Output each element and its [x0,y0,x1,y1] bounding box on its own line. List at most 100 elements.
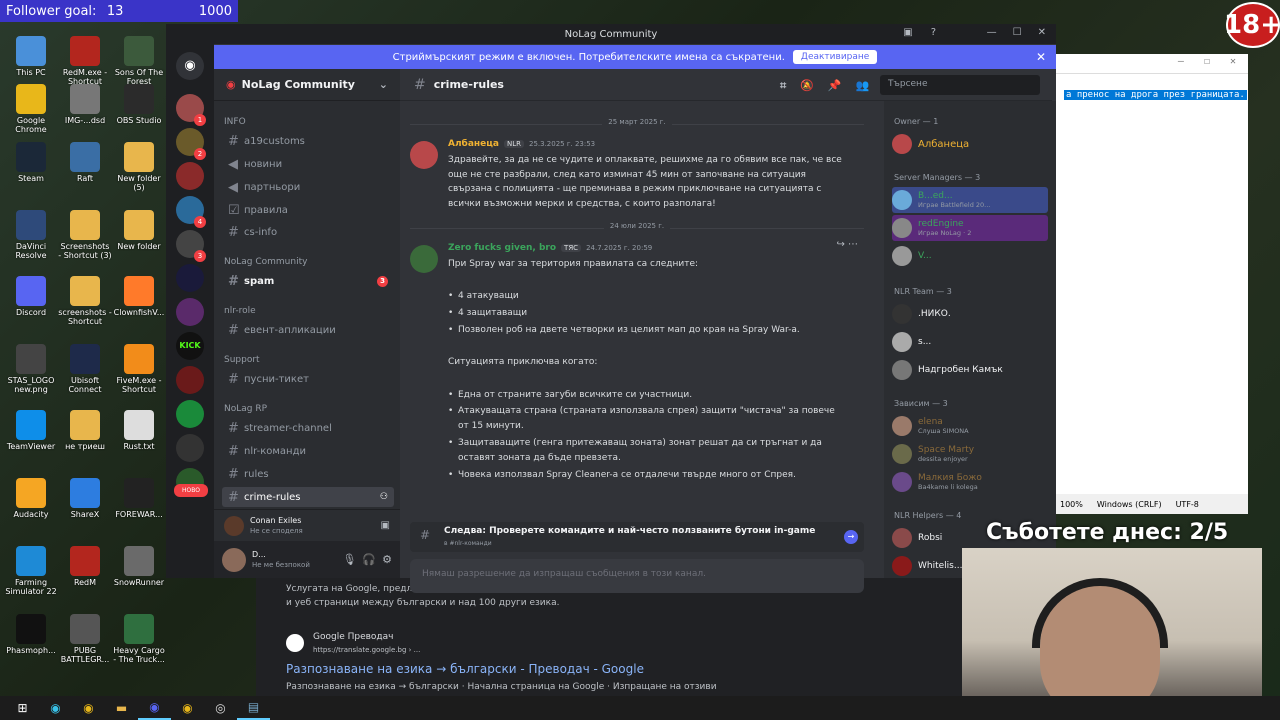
desktop-icon[interactable]: Farming Simulator 22 [4,546,58,596]
desktop-icon[interactable]: Audacity [4,478,58,519]
channel-rules[interactable]: # rules [222,464,394,484]
message-author[interactable]: Албанеца [448,139,499,149]
message-actions[interactable]: ↪ ⋯ [836,239,858,250]
desktop-icon[interactable]: Heavy Cargo - The Truck... [112,614,166,664]
member-item[interactable]: redEngine Играе NoLag · 2 [892,215,1048,241]
desktop-icon[interactable]: RedM.exe - Shortcut [58,36,112,86]
category-nolag-rp[interactable]: NoLag RP [224,404,267,414]
desktop-icon[interactable]: FiveM.exe - Shortcut [112,344,166,394]
desktop-icon[interactable]: Google Chrome [4,84,58,134]
close-notice-icon[interactable]: ✕ [1036,50,1046,64]
help-icon[interactable]: ? [931,27,936,38]
desktop-icon[interactable]: TeamViewer [4,410,58,451]
desktop-icon[interactable]: не триеш [58,410,112,451]
desktop-icon[interactable]: Rust.txt [112,410,166,451]
kick-server-icon[interactable]: KICK [176,332,204,360]
channel-streamer[interactable]: # streamer-channel [222,418,394,438]
channel-rules-bg[interactable]: ☑ правила [222,200,394,220]
desktop-icon[interactable]: Steam [4,142,58,183]
gear-icon[interactable]: ⚙ [382,553,392,566]
screen-share-icon[interactable]: ▣ [381,520,390,531]
desktop-icon[interactable]: DaVinci Resolve [4,210,58,260]
server-icon[interactable] [176,264,204,292]
desktop-icon[interactable]: ClownfishV... [112,276,166,317]
channel-spam[interactable]: # spam 3 [222,271,394,291]
close-icon[interactable]: ✕ [1038,27,1046,38]
desktop-icon[interactable]: RedM [58,546,112,587]
microphone-icon[interactable]: 🎙 [342,553,356,566]
minimize-icon[interactable]: — [987,27,997,38]
file-explorer-icon[interactable]: ▬ [105,696,138,720]
server-icon[interactable] [176,366,204,394]
maximize-icon[interactable]: ☐ [1013,27,1022,38]
channel-a19customs[interactable]: # a19customs [222,131,394,151]
avatar[interactable] [410,141,438,169]
chrome-icon[interactable]: ◉ [72,696,105,720]
arrow-right-icon[interactable]: → [844,530,858,544]
desktop-icon[interactable]: OBS Studio [112,84,166,125]
members-icon[interactable]: 👥 [856,79,870,93]
chrome-icon[interactable]: ◉ [171,696,204,720]
desktop-icon[interactable]: SnowRunner [112,546,166,587]
channel-partners[interactable]: ◀ партньори [222,177,394,197]
member-item[interactable]: B...ed... Играе Battlefield 20... [892,187,1048,213]
desktop-icon[interactable]: Phasmoph... [4,614,58,655]
category-nlr-role[interactable]: nlr-role [224,306,256,316]
desktop-icon[interactable]: New folder [112,210,166,251]
close-icon[interactable]: ✕ [1230,56,1236,71]
avatar[interactable] [410,245,438,273]
pin-icon[interactable]: 📌 [828,79,842,93]
source-url[interactable]: https://translate.google.bg › ... [313,646,420,654]
category-support[interactable]: Support [224,355,260,365]
message-input[interactable]: Нямаш разрешение да изпращаш съобщения в… [410,559,864,593]
selected-text[interactable]: а пренос на дрога през границата. [1064,90,1247,100]
notepad-icon[interactable]: ▤ [237,696,270,720]
avatar[interactable] [222,547,246,572]
windows-start-icon[interactable]: ⊞ [6,696,39,720]
desktop-icon[interactable]: This PC [4,36,58,77]
member-item[interactable]: Малкия Божо Ba4kame li kolega [892,469,1048,495]
message-author[interactable]: Zero fucks given, bro [448,243,556,253]
desktop-icon[interactable]: Screenshots - Shortcut (3) [58,210,112,260]
server-icon[interactable] [176,434,204,462]
desktop-icon[interactable]: FOREWAR... [112,478,166,519]
server-name-header[interactable]: ◉ NoLag Community ⌄ [214,69,400,101]
desktop-icon[interactable]: PUBG BATTLEGR... [58,614,112,664]
headphones-icon[interactable]: 🎧 [362,553,376,566]
desktop-icon[interactable]: New folder (5) [112,142,166,192]
maximize-icon[interactable]: ☐ [1204,56,1210,71]
result-title-link[interactable]: Разпознаване на езика → български - Прев… [286,662,644,676]
desktop-icon[interactable]: Raft [58,142,112,183]
desktop-icon[interactable]: Sons Of The Forest [112,36,166,86]
discord-home-icon[interactable]: ◉ [176,52,204,80]
member-item[interactable]: Албанеца [892,131,1048,157]
member-item[interactable]: elena Слуша SIMONA [892,413,1048,439]
channel-nlr-commands[interactable]: # nlr-команди [222,441,394,461]
desktop-icon[interactable]: screenshots - Shortcut [58,276,112,326]
channel-ticket[interactable]: # пусни-тикет [222,369,394,389]
member-item[interactable]: Space Marty dessita enjoyer [892,441,1048,467]
desktop-icon[interactable]: ShareX [58,478,112,519]
server-icon[interactable] [176,400,204,428]
desktop-icon[interactable]: IMG-...dsd [58,84,112,125]
desktop-icon[interactable]: STAS_LOGO new.png [4,344,58,394]
member-item[interactable]: Надгробен Камък [892,357,1048,383]
member-item[interactable]: .НИКО. [892,301,1048,327]
channel-event[interactable]: # евент-апликации [222,320,394,340]
threads-icon[interactable]: ⌗ [780,79,786,93]
discord-taskbar-icon[interactable]: ◉ [138,696,171,720]
member-item[interactable]: V... [892,243,1048,269]
search-input[interactable]: Търсене [880,75,1040,95]
pinned-notice[interactable]: # Следва: Проверете командите и най-чест… [410,522,864,552]
category-info[interactable]: INFO [224,117,246,127]
server-icon[interactable] [176,162,204,190]
member-item[interactable]: s... [892,329,1048,355]
channel-news[interactable]: ◀ новини [222,154,394,174]
inbox-icon[interactable]: ▣ [903,27,912,38]
obs-icon[interactable]: ◎ [204,696,237,720]
desktop-icon[interactable]: Ubisoft Connect [58,344,112,394]
desktop-icon[interactable]: Discord [4,276,58,317]
deactivate-button[interactable]: Деактивиране [792,50,878,64]
category-nolag-community[interactable]: NoLag Community [224,257,307,267]
server-icon[interactable] [176,298,204,326]
